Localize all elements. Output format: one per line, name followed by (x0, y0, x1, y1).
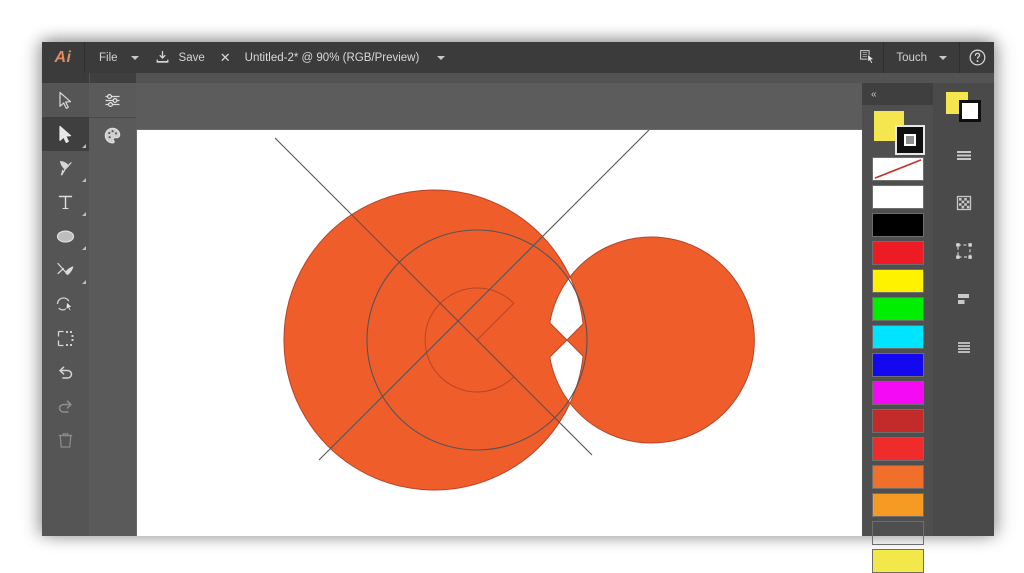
tool-flyout-indicator[interactable] (82, 178, 86, 182)
canvas-top-strip (136, 73, 994, 83)
save-icon[interactable] (151, 50, 170, 65)
swatch-none[interactable] (871, 157, 924, 181)
touch-workspace-icon[interactable] (854, 50, 883, 65)
swatches-list (862, 157, 933, 573)
swatch-blue[interactable] (871, 353, 924, 377)
collapse-panel-icon[interactable]: « (871, 89, 876, 100)
swatch-red[interactable] (871, 241, 924, 265)
artwork-target (274, 130, 755, 491)
tool-flyout-indicator[interactable] (82, 212, 86, 216)
workspace-label[interactable]: Touch (884, 52, 935, 64)
layers-panel-button[interactable] (933, 323, 994, 371)
swatch-light-orange[interactable] (871, 521, 924, 545)
swatches-panel: « (862, 83, 933, 573)
fill-stroke-indicator[interactable] (862, 105, 933, 157)
dock-stroke-swatch[interactable] (958, 100, 981, 122)
outer-ring-shape (283, 189, 755, 491)
swatch-magenta[interactable] (871, 381, 924, 405)
delete-button[interactable] (42, 423, 89, 457)
align-icon (957, 294, 969, 304)
transform-panel-button[interactable] (933, 227, 994, 275)
tool-flyout-indicator[interactable] (82, 246, 86, 250)
help-icon[interactable] (960, 42, 994, 73)
swatch-orange-red[interactable] (871, 465, 924, 489)
document-title: Untitled-2* @ 90% (RGB/Preview) (244, 51, 420, 64)
pen-tool[interactable] (42, 151, 89, 185)
swatch-pale-yellow[interactable] (871, 549, 924, 573)
tool-column-header-left (42, 73, 89, 83)
swatches-panel-header: « (862, 83, 933, 105)
canvas-area[interactable] (136, 83, 862, 536)
document-chevron-down-icon[interactable] (437, 55, 446, 60)
tool-panel-primary (42, 83, 89, 536)
menu-bar: Ai File Save ✕ Untitled-2* @ 90% (RGB/Pr… (42, 42, 994, 73)
direct-selection-tool[interactable] (42, 117, 89, 151)
swatch-green[interactable] (871, 297, 924, 321)
save-button[interactable]: Save (170, 42, 214, 73)
stroke-swatch[interactable] (895, 125, 925, 155)
swatch-yellow[interactable] (871, 269, 924, 293)
swatch-black[interactable] (871, 213, 924, 237)
checker-icon (956, 195, 971, 211)
app-logo: Ai (54, 48, 72, 66)
ellipse-tool[interactable] (42, 219, 89, 253)
paintbrush-tool[interactable] (42, 253, 89, 287)
swatch-white[interactable] (871, 185, 924, 209)
swatch-cyan[interactable] (871, 325, 924, 349)
properties-panel-button[interactable] (933, 131, 994, 179)
chevron-down-icon[interactable] (130, 55, 139, 60)
fill-stroke-indicator-dock[interactable] (933, 83, 994, 131)
align-panel-button[interactable] (933, 275, 994, 323)
fill-stroke-icon (945, 92, 982, 122)
menu-file[interactable]: File (85, 42, 127, 73)
selection-tool[interactable] (42, 83, 89, 117)
tool-panel-secondary (89, 83, 136, 536)
lines-icon (956, 151, 971, 160)
tool-column-header-right (90, 73, 136, 83)
close-document-button[interactable]: ✕ (214, 50, 237, 66)
swatch-dark-red[interactable] (871, 409, 924, 433)
type-tool[interactable] (42, 185, 89, 219)
tool-flyout-indicator[interactable] (82, 144, 86, 148)
workspace-chevron-down-icon[interactable] (939, 55, 947, 60)
layers-icon (957, 342, 970, 353)
undo-button[interactable] (42, 355, 89, 389)
transparency-panel-button[interactable] (933, 179, 994, 227)
swatch-orange[interactable] (871, 493, 924, 517)
shape-builder-tool[interactable] (42, 287, 89, 321)
swatch-bright-red[interactable] (871, 437, 924, 461)
color-theme-tool[interactable] (89, 118, 136, 152)
artboard-tool[interactable] (42, 321, 89, 355)
right-dock (933, 83, 994, 536)
artboard[interactable] (137, 130, 862, 536)
transform-icon (955, 243, 972, 259)
stroke-inner (904, 134, 916, 146)
illustrator-window: Ai File Save ✕ Untitled-2* @ 90% (RGB/Pr… (42, 42, 994, 573)
tool-flyout-indicator[interactable] (82, 280, 86, 284)
properties-tool[interactable] (89, 83, 136, 117)
menubar-right-group: Touch (854, 42, 994, 73)
redo-button[interactable] (42, 389, 89, 423)
